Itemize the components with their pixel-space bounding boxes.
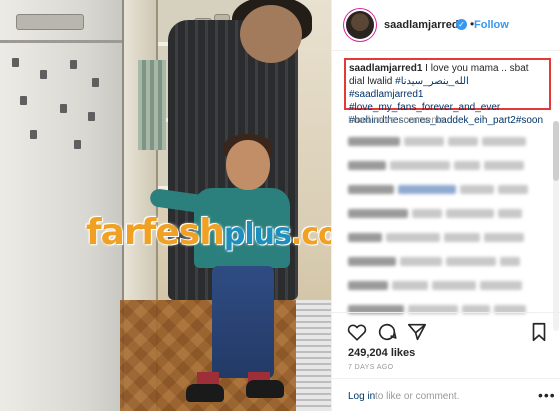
- caption-hashtag-1[interactable]: #saadlamjarred1: [349, 89, 424, 100]
- list-item: [348, 228, 543, 247]
- login-link[interactable]: Log in: [348, 391, 375, 402]
- comments-scrollbar[interactable]: [553, 121, 559, 331]
- list-item: [348, 204, 543, 223]
- watermark-part-1: farfesh: [86, 212, 225, 253]
- post-header: saadlamjarred1 ✓ • Follow: [332, 0, 560, 51]
- instagram-post-embed: farfeshplus.com saadlamjarred1 ✓ • Follo…: [0, 0, 560, 411]
- scrollbar-thumb[interactable]: [553, 121, 559, 181]
- list-item: [348, 132, 543, 151]
- share-icon[interactable]: [406, 321, 428, 343]
- more-options-icon[interactable]: •••: [538, 387, 556, 403]
- list-item: [348, 276, 543, 295]
- caption-hashtag-4[interactable]: #soon: [516, 115, 543, 126]
- photo-fridge: [0, 0, 124, 411]
- header-username[interactable]: saadlamjarred1: [384, 19, 465, 31]
- post-photo[interactable]: [0, 0, 331, 411]
- bookmark-icon[interactable]: [528, 321, 550, 343]
- follow-button[interactable]: Follow: [474, 19, 509, 31]
- post-timestamp: 7 DAYS AGO: [348, 364, 394, 371]
- caption-username[interactable]: saadlamjarred1: [349, 63, 422, 74]
- login-prompt-text: to like or comment.: [375, 391, 460, 402]
- login-footer: Log in to like or comment. •••: [332, 378, 560, 411]
- avatar[interactable]: [346, 11, 374, 39]
- photo-towel: [138, 60, 166, 150]
- post-actions-bar: [332, 312, 560, 349]
- verified-badge-icon: ✓: [456, 19, 467, 30]
- likes-count[interactable]: 249,204 likes: [348, 347, 415, 359]
- load-more-comments-link[interactable]: Load more comments: [348, 115, 445, 126]
- caption-highlight-box: saadlamjarred1 I love you mama .. sbat d…: [344, 58, 551, 126]
- list-item: [348, 156, 543, 175]
- heart-icon[interactable]: [346, 321, 368, 343]
- watermark-part-2: plus: [223, 217, 292, 252]
- comment-icon[interactable]: [376, 321, 398, 343]
- farfeshplus-watermark: farfeshplus.com: [86, 212, 369, 253]
- blurred-comments-list: [348, 132, 543, 324]
- caption-hashtag-arabic[interactable]: #الله_ينصر_سيدنا: [395, 76, 469, 87]
- caption-hashtag-2[interactable]: #love_my_fans_forever_and_ever: [349, 102, 500, 113]
- list-item: [348, 252, 543, 271]
- list-item: [348, 180, 543, 199]
- post-sidebar: saadlamjarred1 ✓ • Follow saadlamjarred1…: [331, 0, 560, 411]
